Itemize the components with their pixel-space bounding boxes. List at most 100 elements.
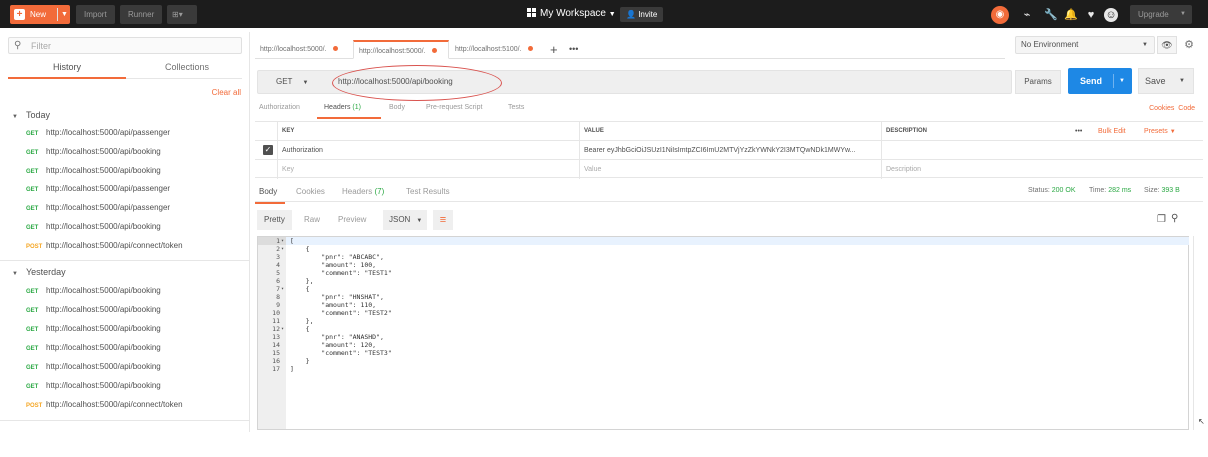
- wrap-lines-icon[interactable]: ≡: [433, 210, 453, 230]
- code-link[interactable]: Code: [1178, 105, 1195, 112]
- code-line: [: [290, 237, 294, 245]
- tab-tests[interactable]: Tests: [508, 104, 524, 111]
- history-item[interactable]: POST http://localhost:5000/api/connect/to…: [26, 241, 183, 250]
- history-group-yesterday[interactable]: ▼ Yesterday: [12, 267, 66, 277]
- method-select[interactable]: GET ▼: [258, 71, 328, 93]
- chevron-down-icon: ▼: [416, 218, 423, 224]
- user-avatar-icon[interactable]: ☺: [1104, 8, 1118, 22]
- tab-collections[interactable]: Collections: [128, 62, 246, 72]
- tab-test-results[interactable]: Test Results: [406, 187, 450, 196]
- line-number: 2: [276, 245, 280, 253]
- code-line: "pnr": "ABCABC",: [290, 253, 384, 261]
- new-description-input[interactable]: Description: [881, 160, 1203, 179]
- request-tab[interactable]: http://localhost:5100/.: [450, 40, 533, 59]
- more-options-icon[interactable]: •••: [1075, 122, 1082, 141]
- history-group-today[interactable]: ▼ Today: [12, 110, 50, 120]
- history-item[interactable]: GET http://localhost:5000/api/booking: [26, 147, 161, 156]
- add-tab-icon[interactable]: +: [550, 40, 558, 59]
- clear-all-link[interactable]: Clear all: [212, 88, 241, 97]
- new-button[interactable]: + New ▼: [10, 5, 70, 24]
- group-divider: [0, 420, 250, 421]
- chevron-down-icon[interactable]: ▼: [1119, 68, 1125, 94]
- new-value-input[interactable]: Value: [579, 160, 881, 179]
- bell-icon[interactable]: 🔔: [1064, 8, 1078, 22]
- tab-response-cookies[interactable]: Cookies: [296, 187, 325, 196]
- header-enabled-checkbox[interactable]: ✓: [263, 145, 273, 155]
- response-body-editor[interactable]: 1 ▾[2 ▾ {3 "pnr": "ABCABC", 4 "amount": 100…: [257, 236, 1189, 430]
- fold-toggle-icon[interactable]: ▾: [281, 245, 284, 253]
- view-preview-button[interactable]: Preview: [331, 210, 373, 230]
- history-item[interactable]: GET http://localhost:5000/api/booking: [26, 381, 161, 390]
- tab-prerequest-script[interactable]: Pre-request Script: [426, 104, 482, 111]
- status-info: Status: 200 OK: [1028, 187, 1076, 194]
- upgrade-label: Upgrade: [1138, 10, 1169, 19]
- history-item[interactable]: GET http://localhost:5000/api/booking: [26, 222, 161, 231]
- eye-icon[interactable]: 👁: [1157, 36, 1177, 54]
- request-tab-label: http://localhost:5000/.: [260, 46, 327, 53]
- history-item[interactable]: GET http://localhost:5000/api/booking: [26, 305, 161, 314]
- history-item[interactable]: GET http://localhost:5000/api/passenger: [26, 203, 170, 212]
- more-tabs-icon[interactable]: •••: [569, 40, 578, 59]
- history-item[interactable]: GET http://localhost:5000/api/booking: [26, 343, 161, 352]
- unsaved-dot-icon: [431, 48, 437, 53]
- tab-authorization[interactable]: Authorization: [259, 104, 300, 111]
- copy-icon[interactable]: ❐: [1157, 214, 1166, 225]
- history-url: http://localhost:5000/api/booking: [46, 286, 161, 295]
- invite-button[interactable]: 👤 Invite: [620, 7, 664, 22]
- gear-icon[interactable]: ⚙: [1180, 36, 1198, 54]
- new-window-button[interactable]: ⊞▾: [167, 5, 197, 24]
- url-bar: GET ▼ http://localhost:5000/api/booking: [257, 65, 1012, 101]
- history-item[interactable]: GET http://localhost:5000/api/passenger: [26, 128, 170, 137]
- request-tab[interactable]: http://localhost:5000/.: [255, 40, 338, 59]
- fold-toggle-icon[interactable]: ▾: [281, 237, 284, 245]
- history-url: http://localhost:5000/api/connect/token: [46, 241, 183, 250]
- history-item[interactable]: POST http://localhost:5000/api/connect/to…: [26, 400, 183, 409]
- tab-headers[interactable]: Headers (1): [324, 104, 361, 111]
- heart-icon[interactable]: ♥: [1084, 8, 1098, 22]
- request-tab-active[interactable]: http://localhost:5000/.: [353, 40, 449, 59]
- code-line: "comment": "TEST2": [290, 309, 392, 317]
- new-key-input[interactable]: Key: [277, 160, 579, 179]
- search-icon[interactable]: ⚲: [1171, 213, 1178, 224]
- save-button[interactable]: Save ▼: [1138, 68, 1194, 94]
- header-value-input[interactable]: Bearer eyJhbGciOiJSUzI1NiIsImtpZCI6ImU2M…: [579, 141, 881, 160]
- filter-input[interactable]: ⚲ Filter: [8, 37, 242, 54]
- vertical-scrollbar[interactable]: [1193, 236, 1201, 430]
- send-button[interactable]: Send ▼: [1068, 68, 1132, 94]
- cookies-link[interactable]: Cookies: [1149, 105, 1174, 112]
- chevron-down-icon[interactable]: ▼: [1179, 69, 1185, 93]
- history-item[interactable]: GET http://localhost:5000/api/booking: [26, 362, 161, 371]
- sync-icon[interactable]: ◉: [991, 6, 1009, 24]
- new-button-label: New: [30, 10, 47, 19]
- import-button[interactable]: Import: [76, 5, 115, 24]
- fold-toggle-icon[interactable]: ▾: [281, 285, 284, 293]
- history-item[interactable]: GET http://localhost:5000/api/booking: [26, 166, 161, 175]
- chevron-down-icon[interactable]: ▼: [61, 5, 68, 24]
- history-item[interactable]: GET http://localhost:5000/api/passenger: [26, 184, 170, 193]
- tab-history[interactable]: History: [8, 62, 126, 72]
- wrench-icon[interactable]: 🔧: [1044, 8, 1058, 22]
- fold-toggle-icon[interactable]: ▾: [281, 325, 284, 333]
- runner-button[interactable]: Runner: [120, 5, 163, 24]
- code-line: "comment": "TEST1": [290, 269, 392, 277]
- tab-body[interactable]: Body: [389, 104, 405, 111]
- tab-response-headers[interactable]: Headers (7): [342, 187, 384, 196]
- workspace-switcher[interactable]: My Workspace ▼: [527, 8, 616, 19]
- upgrade-button[interactable]: Upgrade ▼: [1130, 5, 1192, 24]
- params-button[interactable]: Params: [1015, 70, 1061, 94]
- group-divider: [0, 260, 250, 261]
- code-line: "amount": 120,: [290, 341, 377, 349]
- satellite-icon[interactable]: ⌁: [1020, 8, 1034, 22]
- header-description-input[interactable]: [881, 141, 1203, 160]
- view-raw-button[interactable]: Raw: [297, 210, 327, 230]
- tab-response-body[interactable]: Body: [259, 187, 277, 196]
- code-line: },: [290, 277, 314, 285]
- environment-select[interactable]: No Environment ▼: [1015, 36, 1155, 54]
- presets-dropdown[interactable]: Presets ▼: [1144, 122, 1176, 141]
- history-item[interactable]: GET http://localhost:5000/api/booking: [26, 324, 161, 333]
- view-pretty-button[interactable]: Pretty: [257, 210, 292, 230]
- history-item[interactable]: GET http://localhost:5000/api/booking: [26, 286, 161, 295]
- bulk-edit-link[interactable]: Bulk Edit: [1098, 122, 1126, 141]
- format-select[interactable]: JSON ▼: [383, 210, 427, 230]
- header-key-input[interactable]: Authorization: [277, 141, 579, 160]
